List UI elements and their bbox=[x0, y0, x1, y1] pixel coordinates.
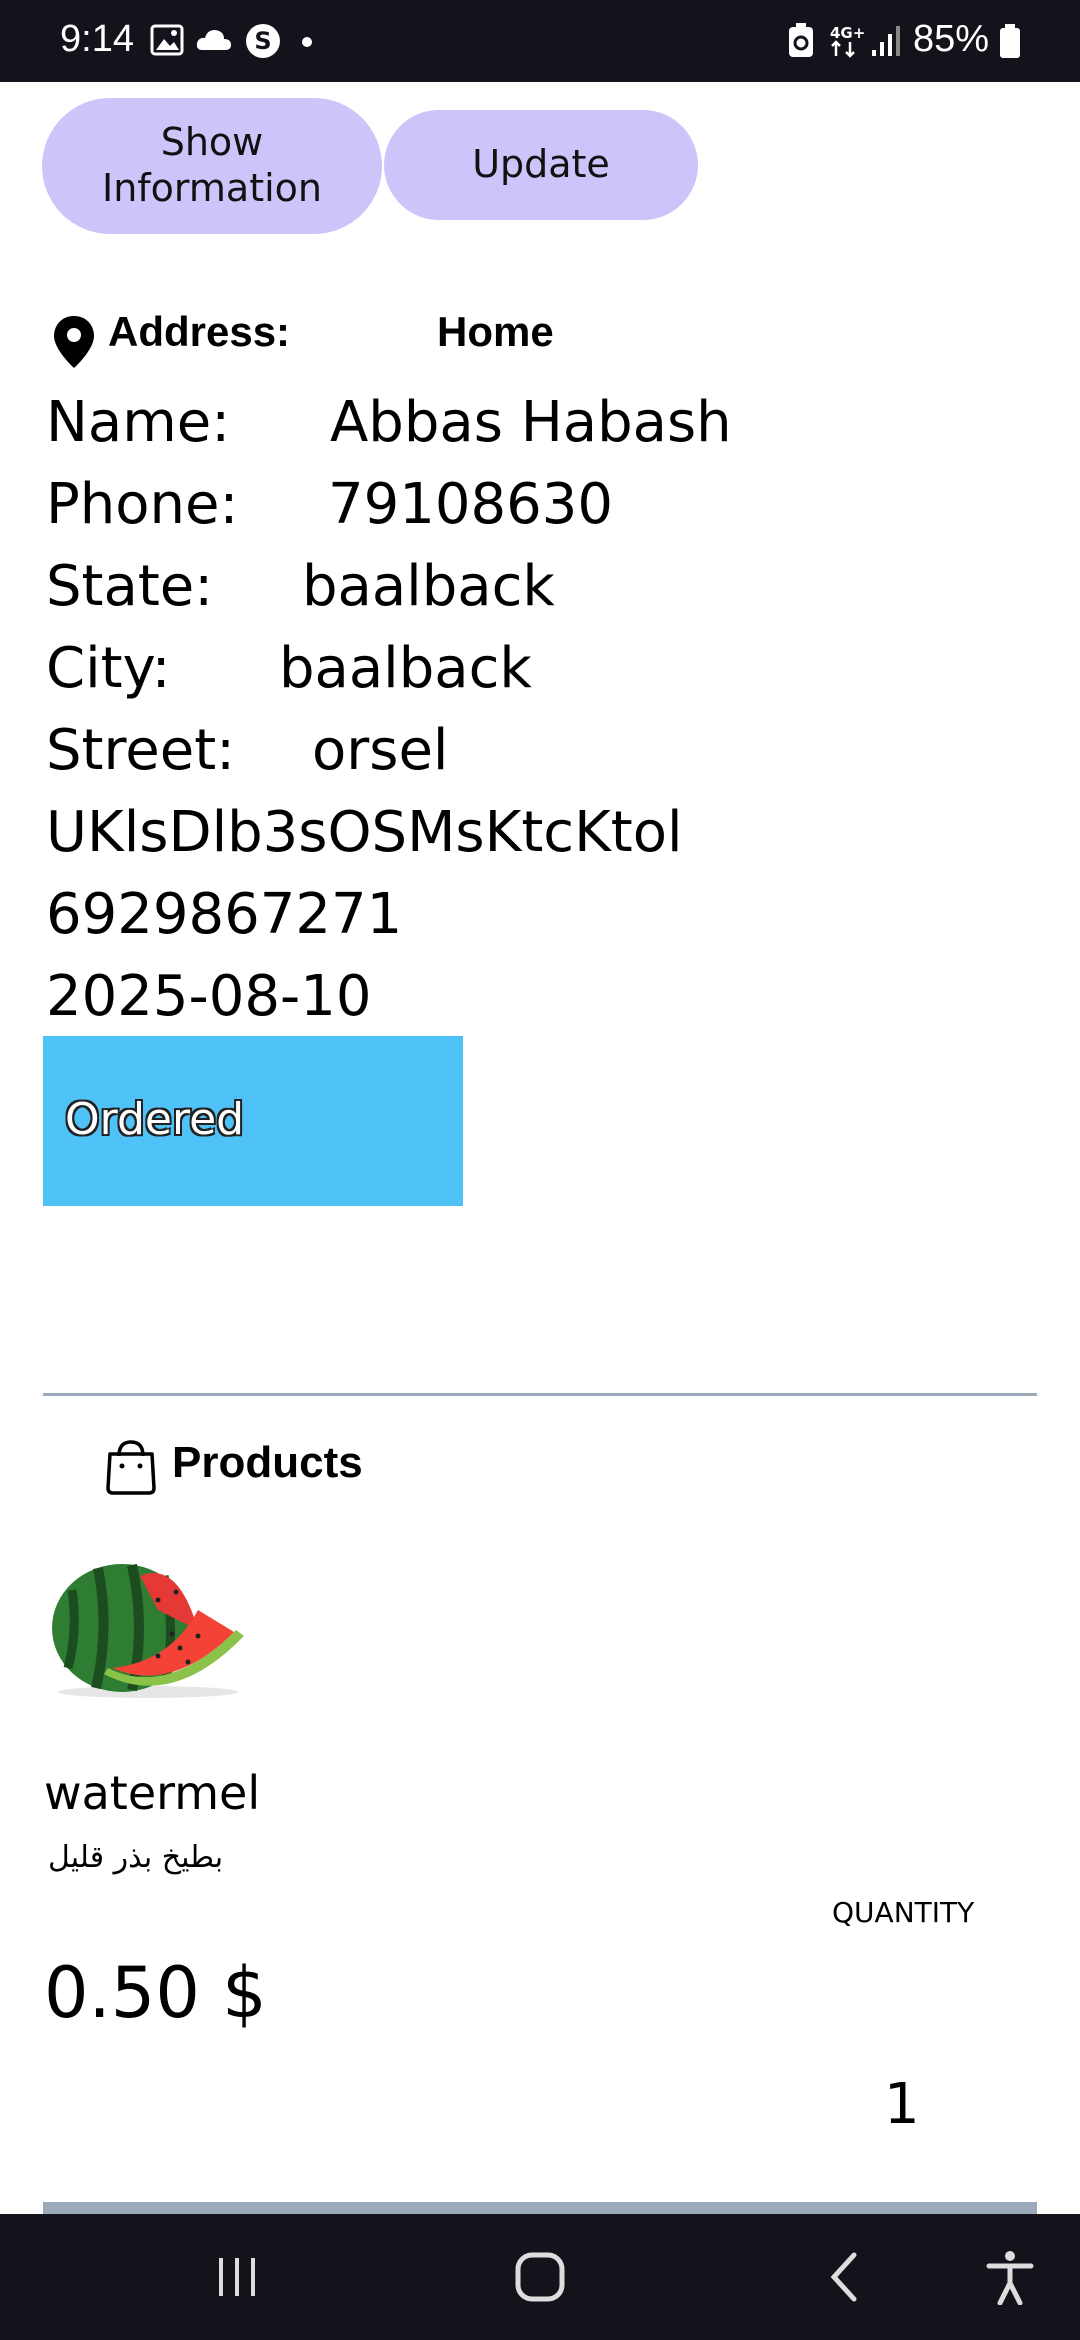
navigation-bar bbox=[0, 2214, 1080, 2340]
state-value: baalback bbox=[302, 554, 555, 619]
product-price: 0.50 $ bbox=[44, 1952, 267, 2034]
order-status-badge: Ordered bbox=[43, 1036, 463, 1206]
show-information-label: Show Information bbox=[102, 120, 322, 210]
city-label: City: bbox=[46, 636, 171, 701]
battery-saver-icon bbox=[789, 23, 813, 57]
product-subtitle: بطيخ بذر قليل bbox=[48, 1840, 224, 1875]
city-row: City: baalback bbox=[46, 636, 532, 701]
update-label: Update bbox=[472, 142, 610, 187]
show-information-button[interactable]: Show Information bbox=[42, 98, 382, 234]
divider bbox=[43, 1393, 1037, 1396]
svg-text:4G+: 4G+ bbox=[830, 24, 864, 42]
products-title: Products bbox=[172, 1438, 363, 1487]
name-value: Abbas Habash bbox=[330, 390, 732, 455]
shopping-bag-icon bbox=[106, 1440, 156, 1495]
address-label: Address: bbox=[108, 308, 291, 355]
watermelon-image bbox=[52, 1563, 244, 1698]
home-icon bbox=[515, 2252, 565, 2302]
address-value: Home bbox=[437, 308, 554, 355]
order-code: UKlsDlb3sOSMsKtcKtol bbox=[46, 800, 683, 865]
street-value: orsel bbox=[312, 718, 449, 783]
location-pin-icon bbox=[54, 316, 94, 368]
name-row: Name: Abbas Habash bbox=[46, 390, 732, 455]
street-row: Street: orsel bbox=[46, 718, 448, 783]
recent-apps-icon bbox=[219, 2258, 255, 2296]
dot-icon bbox=[302, 37, 312, 47]
street-label: Street: bbox=[46, 718, 236, 783]
back-button[interactable] bbox=[774, 2214, 914, 2340]
state-label: State: bbox=[46, 554, 214, 619]
accessibility-icon bbox=[986, 2251, 1034, 2305]
status-bar: 9:14 S 4G+ 85% bbox=[0, 0, 1080, 82]
back-icon bbox=[830, 2252, 857, 2302]
battery-icon bbox=[1000, 24, 1020, 58]
phone-label: Phone: bbox=[46, 472, 239, 537]
status-time: 9:14 bbox=[60, 18, 134, 60]
s-app-icon: S bbox=[246, 24, 280, 58]
product-name: watermel bbox=[44, 1766, 261, 1820]
phone-value: 79108630 bbox=[328, 472, 614, 537]
4g-icon: 4G+ bbox=[830, 24, 864, 58]
state-row: State: baalback bbox=[46, 554, 555, 619]
battery-percent: 85% bbox=[913, 18, 990, 60]
phone-row: Phone: 79108630 bbox=[46, 472, 613, 537]
city-value: baalback bbox=[279, 636, 532, 701]
product-quantity: 1 bbox=[884, 2072, 920, 2137]
order-number: 6929867271 bbox=[46, 882, 403, 947]
signal-icon bbox=[872, 26, 900, 56]
svg-text:S: S bbox=[254, 27, 271, 55]
recent-apps-button[interactable] bbox=[168, 2214, 308, 2340]
cloud-icon bbox=[196, 30, 231, 50]
accessibility-button[interactable] bbox=[940, 2214, 1080, 2340]
name-label: Name: bbox=[46, 390, 231, 455]
gallery-icon bbox=[150, 24, 184, 56]
quantity-label: QUANTITY bbox=[832, 1896, 975, 1929]
order-date: 2025-08-10 bbox=[46, 964, 372, 1029]
home-button[interactable] bbox=[470, 2214, 610, 2340]
next-section-edge bbox=[43, 2202, 1037, 2214]
update-button[interactable]: Update bbox=[384, 110, 698, 220]
order-status-label: Ordered bbox=[65, 1094, 245, 1145]
